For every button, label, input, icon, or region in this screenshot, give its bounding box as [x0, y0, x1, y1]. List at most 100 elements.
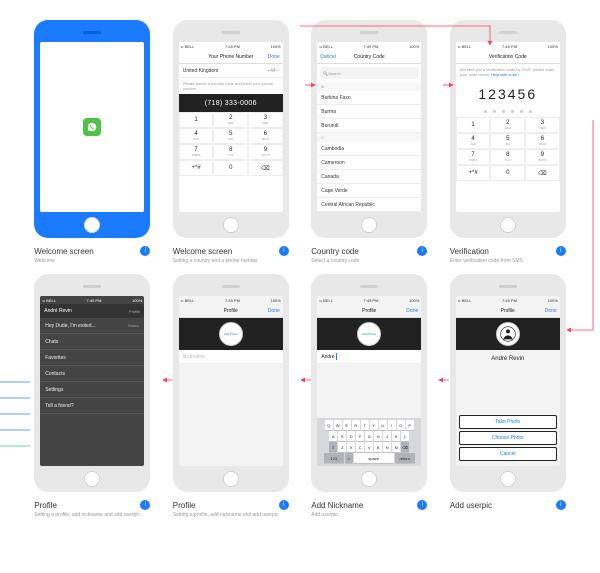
done-button[interactable]: Done [268, 54, 280, 60]
status-row[interactable]: Hey Dude, I'm exited...Status [40, 318, 144, 334]
keypad-key[interactable]: 3DEF [248, 112, 283, 128]
kb-key[interactable]: 123 [324, 453, 344, 463]
country-row[interactable]: Cameroon [317, 156, 421, 170]
add-photo-button[interactable]: Add Photo [219, 322, 243, 346]
avatar[interactable] [496, 322, 520, 346]
done-button[interactable]: Done [406, 308, 418, 314]
cancel-button[interactable]: Cancel [320, 54, 336, 60]
menu-item[interactable]: Favorites [40, 350, 144, 366]
keypad-key[interactable]: 8TUV [490, 149, 525, 165]
kb-key[interactable]: ⇧ [329, 442, 337, 452]
info-dot[interactable]: i [279, 500, 289, 510]
country-row[interactable]: Cape Verde [317, 184, 421, 198]
kb-key[interactable]: Y [370, 420, 378, 430]
profile-link[interactable]: Profile [129, 309, 140, 314]
info-dot[interactable]: i [140, 246, 150, 256]
kb-key[interactable]: ⌫ [401, 442, 409, 452]
keypad-key[interactable]: +*# [456, 165, 491, 181]
home-button[interactable] [500, 217, 516, 233]
kb-key[interactable]: A [329, 431, 337, 441]
kb-key[interactable]: ☺ [345, 453, 353, 463]
info-dot[interactable]: i [140, 500, 150, 510]
kb-key[interactable]: N [383, 442, 391, 452]
kb-key[interactable]: L [401, 431, 409, 441]
keypad-key[interactable]: 4GHI [456, 133, 491, 149]
home-button[interactable] [223, 471, 239, 487]
done-button[interactable]: Done [268, 308, 280, 314]
kb-key[interactable]: X [347, 442, 355, 452]
keypad-key[interactable]: 3DEF [525, 117, 560, 133]
add-photo-button[interactable]: Add Photo [357, 322, 381, 346]
info-dot[interactable]: i [279, 246, 289, 256]
keypad-key[interactable]: 0 [490, 165, 525, 181]
keypad-key[interactable]: 8TUV [213, 144, 248, 160]
keypad-key[interactable]: 4GHI [179, 128, 214, 144]
help-link[interactable]: Help with code? [491, 72, 519, 77]
kb-key[interactable]: D [347, 431, 355, 441]
keypad-key[interactable]: 6MNO [248, 128, 283, 144]
keypad-key[interactable]: 5JKL [490, 133, 525, 149]
kb-key[interactable]: B [374, 442, 382, 452]
kb-key[interactable]: O [397, 420, 405, 430]
keypad-key[interactable]: 9WXYZ [248, 144, 283, 160]
kb-key[interactable]: Z [338, 442, 346, 452]
country-row[interactable]: Burma [317, 105, 421, 119]
country-row[interactable]: United Kingdom+44 › [179, 64, 283, 78]
kb-key[interactable]: K [392, 431, 400, 441]
keypad-key[interactable]: ⌫ [525, 165, 560, 181]
home-button[interactable] [223, 217, 239, 233]
kb-key[interactable]: U [379, 420, 387, 430]
home-button[interactable] [84, 471, 100, 487]
keypad-key[interactable]: 1 [179, 112, 214, 128]
kb-key[interactable]: G [365, 431, 373, 441]
keypad-key[interactable]: 9WXYZ [525, 149, 560, 165]
nickname-input[interactable]: Nickname [179, 350, 283, 364]
home-button[interactable] [361, 217, 377, 233]
kb-key[interactable]: S [338, 431, 346, 441]
kb-key[interactable]: I [388, 420, 396, 430]
kb-key[interactable]: W [334, 420, 342, 430]
keypad-key[interactable]: 0 [213, 160, 248, 176]
country-row[interactable]: Central African Republic [317, 198, 421, 212]
kb-key[interactable]: E [343, 420, 351, 430]
sheet-button[interactable]: Take Photo [459, 415, 557, 429]
menu-item[interactable]: Tell a friend? [40, 398, 144, 414]
menu-item[interactable]: Settings [40, 382, 144, 398]
sheet-button[interactable]: Choose Photo [459, 431, 557, 445]
kb-key[interactable]: H [374, 431, 382, 441]
kb-key[interactable]: return [395, 453, 415, 463]
kb-key[interactable]: M [392, 442, 400, 452]
keypad-key[interactable]: 7PQRS [179, 144, 214, 160]
country-row[interactable]: Burkina Faso [317, 91, 421, 105]
keypad-key[interactable]: 6MNO [525, 133, 560, 149]
keypad-key[interactable]: 7PQRS [456, 149, 491, 165]
kb-key[interactable]: F [356, 431, 364, 441]
kb-key[interactable]: P [406, 420, 414, 430]
info-dot[interactable]: i [417, 246, 427, 256]
menu-item[interactable]: Chats [40, 334, 144, 350]
info-dot[interactable]: i [556, 500, 566, 510]
kb-key[interactable]: R [352, 420, 360, 430]
home-button[interactable] [361, 471, 377, 487]
menu-item[interactable]: Contacts [40, 366, 144, 382]
home-button[interactable] [500, 471, 516, 487]
keypad-key[interactable]: 5JKL [213, 128, 248, 144]
country-row[interactable]: Burundi [317, 119, 421, 133]
keypad-key[interactable]: 2ABC [490, 117, 525, 133]
done-button[interactable]: Done [545, 308, 557, 314]
kb-key[interactable]: T [361, 420, 369, 430]
keypad-key[interactable]: 2ABC [213, 112, 248, 128]
nickname-input[interactable]: Andre [317, 350, 421, 364]
kb-key[interactable]: Q [325, 420, 333, 430]
keypad-key[interactable]: ⌫ [248, 160, 283, 176]
home-button[interactable] [84, 217, 100, 233]
keypad-key[interactable]: 1 [456, 117, 491, 133]
sheet-button[interactable]: Cancel [459, 447, 557, 461]
kb-key[interactable]: V [365, 442, 373, 452]
info-dot[interactable]: i [417, 500, 427, 510]
kb-key[interactable]: C [356, 442, 364, 452]
info-dot[interactable]: i [556, 246, 566, 256]
kb-key[interactable]: J [383, 431, 391, 441]
country-row[interactable]: Cambodia [317, 142, 421, 156]
kb-key[interactable]: space [354, 453, 394, 463]
